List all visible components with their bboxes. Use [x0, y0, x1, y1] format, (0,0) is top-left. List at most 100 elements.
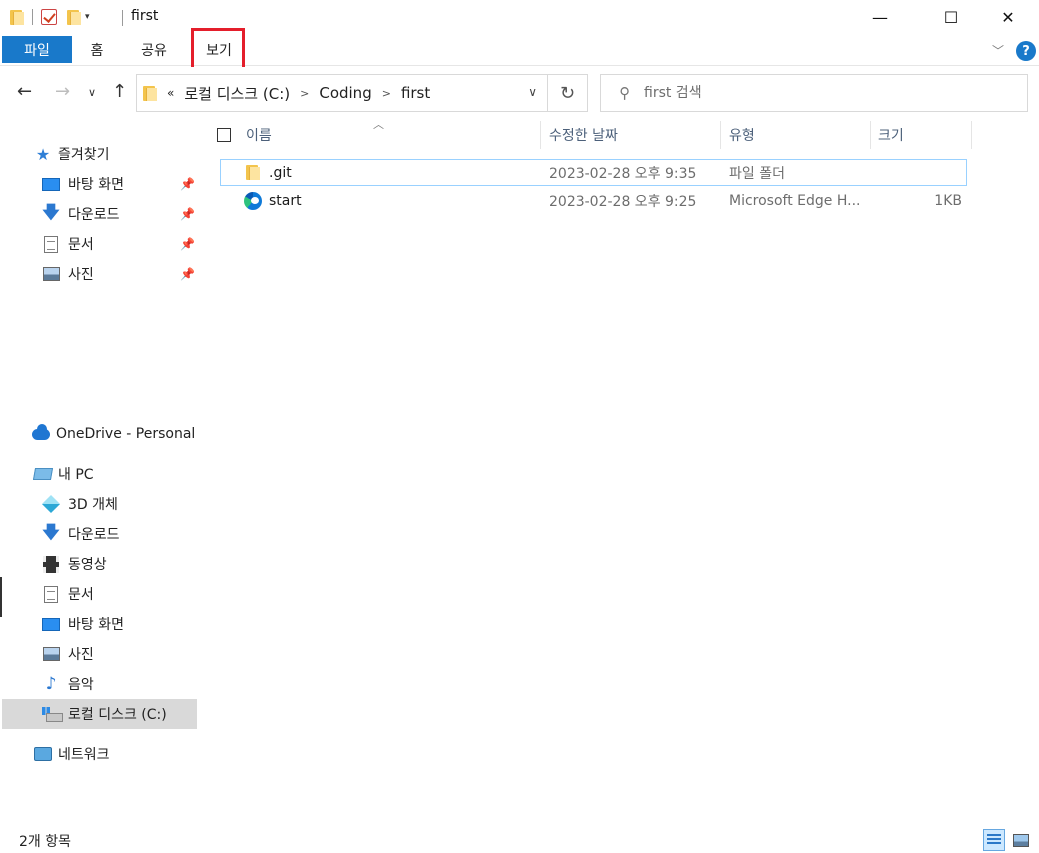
new-folder-icon[interactable]	[67, 9, 81, 26]
column-divider[interactable]	[720, 121, 721, 149]
nav-3d-objects[interactable]: 3D 개체	[41, 490, 118, 518]
expand-ribbon-chevron-icon[interactable]: ﹀	[992, 42, 1004, 59]
tab-share[interactable]: 공유	[134, 36, 174, 63]
pin-icon[interactable]: 📌	[180, 237, 195, 251]
star-icon: ★	[35, 144, 51, 164]
network-icon	[34, 747, 52, 761]
nav-downloads[interactable]: 🡇 다운로드	[42, 200, 120, 228]
search-box[interactable]: ⚲	[600, 74, 1028, 112]
search-input[interactable]	[644, 85, 944, 101]
nav-label: 즐겨찾기	[58, 147, 110, 163]
folder-icon[interactable]	[10, 9, 24, 26]
address-folder-icon	[143, 85, 157, 102]
nav-music[interactable]: ♪ 음악	[42, 670, 94, 698]
folder-icon	[246, 164, 260, 181]
back-arrow-icon[interactable]: ←	[17, 81, 32, 102]
nav-onedrive[interactable]: OneDrive - Personal	[32, 420, 195, 448]
file-name[interactable]: start	[269, 188, 302, 213]
refresh-button[interactable]: ↻	[548, 74, 588, 112]
nav-this-pc[interactable]: 내 PC	[32, 460, 94, 488]
up-arrow-icon[interactable]: ↑	[112, 81, 127, 102]
details-view-button[interactable]	[983, 829, 1005, 851]
properties-icon[interactable]	[41, 9, 57, 25]
column-size[interactable]: 크기	[878, 117, 968, 153]
tab-file[interactable]: 파일	[2, 36, 72, 63]
window-title: first	[131, 8, 159, 24]
file-row-start[interactable]: start 2023-02-28 오후 9:25 Microsoft Edge …	[220, 187, 967, 214]
column-type[interactable]: 유형	[729, 117, 869, 153]
ribbon-tabs: 파일 홈 공유 보기 ﹀ ?	[0, 34, 1039, 66]
nav-pc-pictures[interactable]: 사진	[42, 640, 94, 668]
nav-label: 문서	[68, 237, 94, 253]
close-button[interactable]: ✕	[985, 0, 1031, 34]
breadcrumb-coding[interactable]: Coding	[319, 84, 371, 102]
nav-label: 문서	[68, 587, 94, 603]
title-bar: ▾ first — ☐ ✕	[0, 0, 1039, 34]
address-dropdown-icon[interactable]: ∨	[528, 85, 537, 99]
column-divider[interactable]	[870, 121, 871, 149]
navigation-pane: ★ 즐겨찾기 바탕 화면 📌 🡇 다운로드 📌 문서 📌 사진 📌 OneDri…	[0, 117, 200, 826]
breadcrumb-first[interactable]: first	[401, 84, 430, 102]
desktop-icon	[42, 177, 60, 191]
nav-desktop[interactable]: 바탕 화면	[42, 170, 124, 198]
document-icon	[44, 585, 58, 603]
nav-documents[interactable]: 문서	[42, 230, 94, 258]
file-row-git[interactable]: .git 2023-02-28 오후 9:35 파일 폴더	[220, 159, 967, 186]
nav-label: 네트워크	[58, 747, 110, 763]
breadcrumb-overflow[interactable]: «	[167, 86, 174, 100]
address-row: ← → ∨ ↑ « 로컬 디스크 (C:) > Coding > first ∨…	[0, 67, 1039, 117]
drive-icon	[42, 707, 63, 722]
nav-label: 다운로드	[68, 527, 120, 543]
nav-label: 다운로드	[68, 207, 120, 223]
pin-icon[interactable]: 📌	[180, 267, 195, 281]
file-list: ︿ 이름 수정한 날짜 유형 크기 .git 2023-02-28 오후 9:3…	[200, 117, 1039, 826]
file-type: 파일 폴더	[729, 165, 785, 182]
nav-pc-desktop[interactable]: 바탕 화면	[42, 610, 124, 638]
breadcrumb-local-disk[interactable]: 로컬 디스크 (C:)	[184, 83, 290, 104]
large-icons-view-button[interactable]	[1010, 829, 1032, 851]
column-name[interactable]: 이름	[246, 117, 536, 153]
column-divider[interactable]	[971, 121, 972, 149]
recent-locations-chevron-icon[interactable]: ∨	[88, 86, 96, 99]
select-all-checkbox[interactable]	[217, 128, 231, 142]
toolbar-separator	[32, 9, 33, 25]
pin-icon[interactable]: 📌	[180, 177, 195, 191]
pin-icon[interactable]: 📌	[180, 207, 195, 221]
file-type: Microsoft Edge H...	[729, 192, 861, 209]
nav-local-disk[interactable]: 로컬 디스크 (C:)	[42, 700, 167, 728]
quick-access-toolbar: ▾	[10, 7, 90, 27]
column-date[interactable]: 수정한 날짜	[549, 117, 719, 153]
video-icon	[43, 555, 59, 573]
customize-toolbar-dropdown-icon[interactable]: ▾	[85, 12, 90, 22]
scroll-indicator	[0, 577, 2, 617]
address-bar[interactable]: « 로컬 디스크 (C:) > Coding > first ∨	[136, 74, 548, 112]
column-divider[interactable]	[540, 121, 541, 149]
tab-home[interactable]: 홈	[80, 36, 114, 63]
column-header: ︿ 이름 수정한 날짜 유형 크기	[200, 117, 1039, 153]
breadcrumb-chevron-icon[interactable]: >	[382, 87, 391, 100]
minimize-button[interactable]: —	[857, 0, 903, 34]
edge-icon	[244, 191, 262, 210]
nav-network[interactable]: 네트워크	[34, 740, 110, 768]
help-icon[interactable]: ?	[1016, 41, 1036, 61]
download-icon: 🡇	[42, 522, 60, 543]
nav-pc-downloads[interactable]: 🡇 다운로드	[42, 520, 120, 548]
breadcrumb-chevron-icon[interactable]: >	[300, 87, 309, 100]
cloud-icon	[32, 423, 50, 440]
file-name[interactable]: .git	[269, 160, 292, 185]
nav-quick-access[interactable]: ★ 즐겨찾기	[34, 140, 110, 168]
status-bar: 2개 항목	[0, 826, 1039, 853]
view-tab-highlight-box	[191, 28, 245, 70]
nav-label: 바탕 화면	[68, 617, 124, 633]
nav-pictures[interactable]: 사진	[42, 260, 94, 288]
nav-videos[interactable]: 동영상	[42, 550, 107, 578]
forward-arrow-icon[interactable]: →	[55, 81, 70, 102]
pictures-icon	[42, 647, 60, 661]
nav-pc-documents[interactable]: 문서	[42, 580, 94, 608]
nav-label: 동영상	[68, 557, 107, 573]
music-note-icon: ♪	[45, 674, 57, 694]
download-icon: 🡇	[42, 202, 60, 223]
large-icons-view-icon	[1013, 833, 1029, 847]
desktop-icon	[42, 617, 60, 631]
maximize-button[interactable]: ☐	[928, 0, 974, 34]
